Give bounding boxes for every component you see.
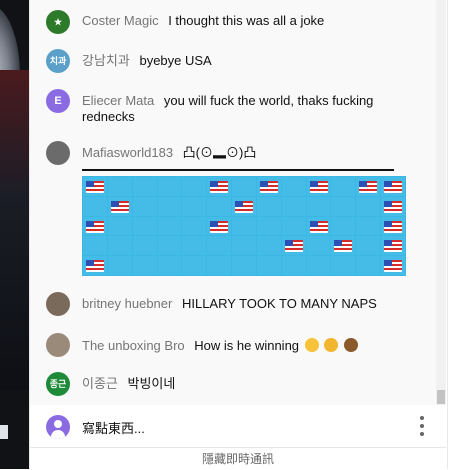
hillary-flag-art-image — [82, 176, 406, 276]
chat-message: britney huebner HILLARY TOOK TO MANY NAP… — [46, 292, 428, 316]
message-author[interactable]: Mafiasworld183 — [82, 145, 173, 160]
chat-message-list[interactable]: ★ Coster Magic I thought this was all a … — [30, 0, 436, 405]
chat-message: 종근 이종근 박빙이네 — [46, 372, 428, 396]
avatar-initial: E — [54, 95, 62, 107]
hide-chat-button[interactable]: 隱藏即時通訊 — [30, 447, 446, 470]
chat-input[interactable]: 寫點東西... — [82, 418, 145, 437]
chat-message: E Eliecer Mata you will fuck the world, … — [46, 89, 428, 125]
avatar[interactable]: E — [46, 89, 70, 113]
avatar[interactable] — [46, 333, 70, 357]
message-author[interactable]: britney huebner — [82, 296, 172, 311]
user-avatar-icon — [46, 415, 70, 439]
avatar[interactable]: 종근 — [46, 372, 70, 396]
message-text: 凸(⊙▂⊙)凸 — [182, 145, 257, 160]
chat-message: 치과 강남치과 byebye USA — [46, 49, 428, 73]
message-author[interactable]: 강남치과 — [82, 53, 130, 68]
astonished-face-emoji — [324, 338, 339, 352]
scrollbar-thumb[interactable] — [437, 390, 445, 404]
message-author[interactable]: Eliecer Mata — [82, 93, 154, 108]
avatar-initial: ★ — [53, 17, 63, 27]
avatar[interactable]: ★ — [46, 10, 70, 34]
face-with-sweat-emoji — [304, 338, 319, 352]
avatar[interactable]: 치과 — [46, 49, 70, 73]
message-author[interactable]: 이종근 — [82, 376, 118, 391]
message-text: I thought this was all a joke — [168, 13, 325, 28]
chat-scrollbar[interactable] — [436, 0, 446, 405]
message-author[interactable]: The unboxing Bro — [82, 338, 185, 353]
ascii-divider-line — [82, 169, 394, 171]
more-vertical-icon[interactable] — [415, 416, 429, 436]
avatar-initial: 치과 — [49, 56, 67, 66]
avatar[interactable] — [46, 141, 70, 165]
live-chat-panel: ★ Coster Magic I thought this was all a … — [29, 0, 448, 469]
message-text: 박빙이네 — [127, 376, 176, 391]
message-author[interactable]: Coster Magic — [82, 13, 159, 28]
chat-message: The unboxing Bro How is he winning — [46, 333, 428, 359]
chat-input-row: 寫點東西... — [30, 405, 446, 447]
video-player-edge[interactable] — [0, 0, 29, 469]
chat-message: ★ Coster Magic I thought this was all a … — [46, 10, 428, 34]
message-text: byebye USA — [139, 53, 212, 68]
video-frame-shade — [0, 70, 29, 390]
avatar[interactable] — [46, 292, 70, 316]
message-text: How is he winning — [194, 338, 300, 353]
message-text: HILLARY TOOK TO MANY NAPS — [181, 296, 377, 311]
avatar-initial: 종근 — [49, 379, 67, 389]
pile-of-poo-emoji — [343, 338, 358, 352]
video-control-edge[interactable] — [0, 425, 8, 439]
